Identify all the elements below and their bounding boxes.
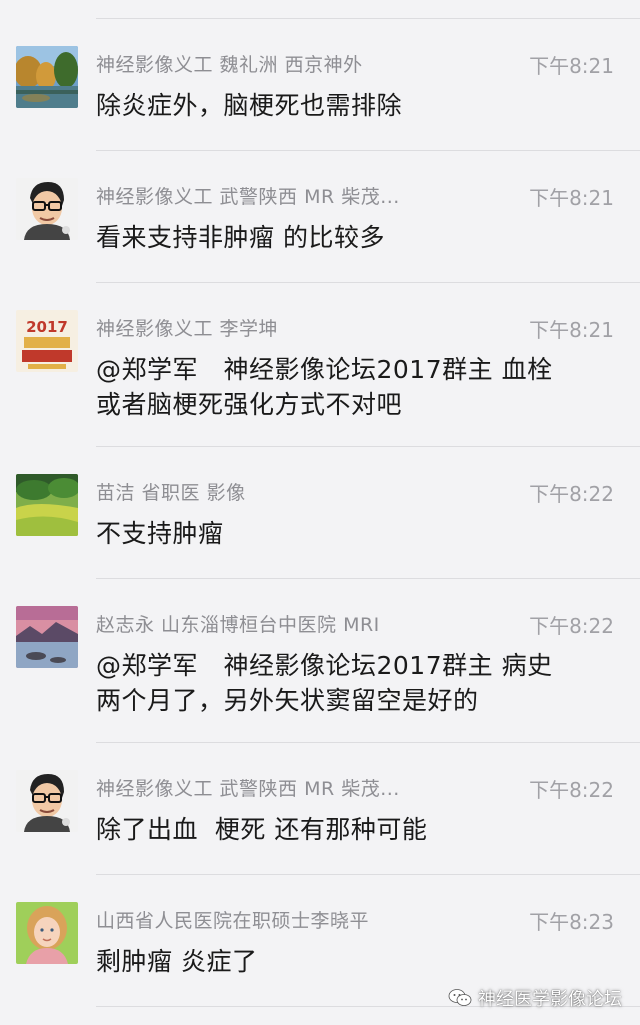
divider [96, 446, 640, 447]
green-field-avatar[interactable] [16, 474, 78, 536]
message-line: 两个月了，另外矢状窦留空是好的 [96, 686, 479, 715]
watermark-label: 神经医学影像论坛 [478, 989, 622, 1010]
message-time: 下午8:22 [529, 614, 614, 638]
message-line: @郑学军 神经影像论坛2017群主 病史 [96, 651, 553, 680]
message-time: 下午8:22 [529, 778, 614, 802]
divider [96, 742, 640, 743]
message-text[interactable]: 不支持肿瘤 [96, 516, 616, 551]
message-time: 下午8:23 [529, 910, 614, 934]
divider [96, 18, 640, 19]
message-text[interactable]: 除了出血 梗死 还有那种可能 [96, 812, 616, 847]
message-line: 剩肿瘤 炎症了 [96, 947, 258, 976]
message-text[interactable]: 看来支持非肿瘤 的比较多 [96, 220, 616, 255]
message-line: 除炎症外，脑梗死也需排除 [96, 91, 403, 120]
wechat-icon [448, 988, 472, 1008]
message-time: 下午8:21 [529, 54, 614, 78]
watermark: 神经医学影像论坛 [448, 985, 622, 1011]
cartoon-man-avatar[interactable] [16, 178, 78, 240]
divider [96, 874, 640, 875]
message-text[interactable]: @郑学军 神经影像论坛2017群主 病史 两个月了，另外矢状窦留空是好的 [96, 648, 616, 718]
chat-message-list[interactable]: 神经影像义工 魏礼洲 西京神外 下午8:21 除炎症外，脑梗死也需排除 神经影像… [0, 0, 640, 1025]
divider [96, 578, 640, 579]
calendar-year-text: 2017 [26, 318, 68, 336]
divider [96, 282, 640, 283]
message-text[interactable]: @郑学军 神经影像论坛2017群主 血栓 或者脑梗死强化方式不对吧 [96, 352, 616, 422]
message-line: @郑学军 神经影像论坛2017群主 血栓 [96, 355, 553, 384]
sender-name: 山西省人民医院在职硕士李晓平 [96, 910, 370, 932]
girl-photo-avatar[interactable] [16, 902, 78, 964]
sender-name: 赵志永 山东淄博桓台中医院 MRI [96, 614, 380, 636]
message-text[interactable]: 剩肿瘤 炎症了 [96, 944, 616, 979]
message-text[interactable]: 除炎症外，脑梗死也需排除 [96, 88, 616, 123]
message-line: 除了出血 梗死 还有那种可能 [96, 815, 428, 844]
message-time: 下午8:21 [529, 186, 614, 210]
landscape-trees-avatar[interactable] [16, 46, 78, 108]
sender-name: 神经影像义工 魏礼洲 西京神外 [96, 54, 363, 76]
message-line: 不支持肿瘤 [96, 519, 224, 548]
message-time: 下午8:22 [529, 482, 614, 506]
sender-name: 神经影像义工 李学坤 [96, 318, 279, 340]
calendar-2017-avatar[interactable]: 2017 [16, 310, 78, 372]
sender-name: 神经影像义工 武警陕西 MR 柴茂... [96, 778, 400, 800]
message-line: 或者脑梗死强化方式不对吧 [96, 390, 403, 419]
message-time: 下午8:21 [529, 318, 614, 342]
message-line: 看来支持非肿瘤 的比较多 [96, 223, 385, 252]
cartoon-man-avatar[interactable] [16, 770, 78, 832]
sender-name: 神经影像义工 武警陕西 MR 柴茂... [96, 186, 400, 208]
lake-sunset-avatar[interactable] [16, 606, 78, 668]
sender-name: 苗洁 省职医 影像 [96, 482, 246, 504]
divider [96, 150, 640, 151]
